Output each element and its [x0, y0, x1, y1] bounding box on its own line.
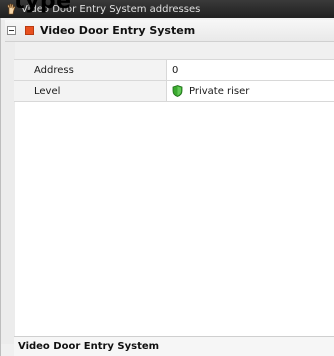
- group-header[interactable]: Video Door Entry System: [5, 20, 334, 42]
- property-row-level[interactable]: Level Private riser: [14, 81, 334, 102]
- property-name: Address: [14, 60, 167, 80]
- property-value[interactable]: Private riser: [167, 81, 334, 101]
- square-icon: [25, 26, 34, 35]
- property-value[interactable]: 0: [167, 60, 334, 80]
- description-title: Video Door Entry System: [18, 341, 160, 352]
- address-value: 0: [172, 64, 179, 76]
- left-gutter: [1, 20, 15, 344]
- level-value: Private riser: [189, 85, 250, 97]
- empty-grid-area: [15, 102, 334, 345]
- group-title: Video Door Entry System: [40, 24, 196, 37]
- property-name: Level: [14, 81, 167, 101]
- overlay-text: type: [14, 0, 72, 14]
- collapse-toggle-icon[interactable]: [7, 26, 16, 35]
- property-row-address[interactable]: Address 0: [14, 60, 334, 81]
- description-panel: Video Door Entry System: [14, 336, 334, 356]
- property-grid: Address 0 Level Private riser: [14, 59, 334, 102]
- green-shield-icon: [172, 85, 183, 97]
